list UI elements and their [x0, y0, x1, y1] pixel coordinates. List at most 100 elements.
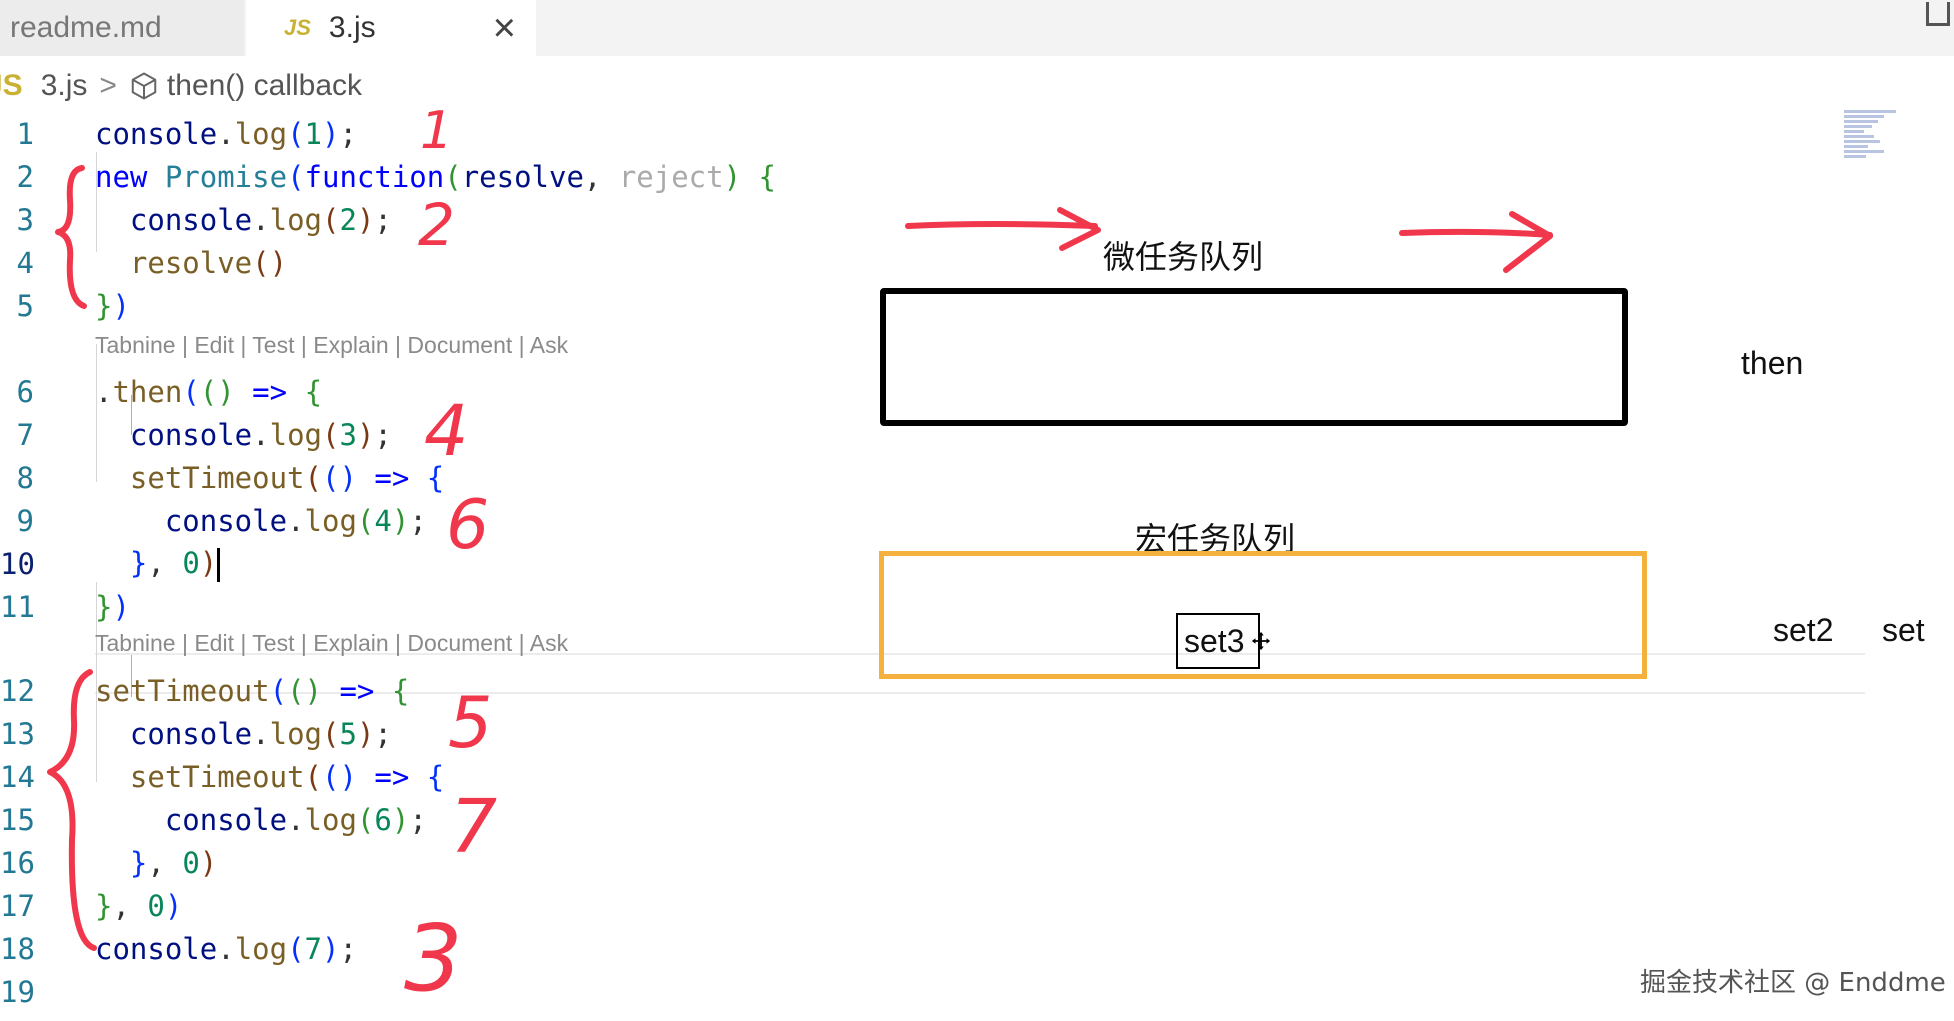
code-line[interactable]: 1 console.log(1);: [0, 112, 357, 155]
code-text: }, 0): [95, 889, 182, 923]
code-line[interactable]: 16 }, 0): [0, 841, 217, 884]
code-token: setTimeout: [129, 460, 305, 495]
code-line[interactable]: 8 setTimeout(() => {: [0, 456, 445, 499]
code-token: Promise: [164, 159, 288, 194]
code-token: console: [95, 116, 218, 151]
macrotask-item-set3[interactable]: set3: [1176, 613, 1260, 669]
code-token: (): [322, 460, 357, 495]
code-line[interactable]: 13 console.log(5);: [0, 712, 392, 755]
code-line[interactable]: 18 console.log(7);: [0, 927, 357, 970]
code-token: .: [287, 802, 305, 837]
line-number: 3: [16, 202, 34, 237]
tab-readme[interactable]: readme.md: [0, 0, 244, 56]
code-line[interactable]: 11}): [0, 585, 130, 628]
close-icon[interactable]: ×: [493, 2, 516, 54]
code-token: 1: [304, 116, 323, 151]
arrow-right-icon: [905, 221, 1098, 229]
code-line[interactable]: 4 resolve(): [0, 241, 288, 284]
codelens-actions[interactable]: Tabnine | Edit | Test | Explain | Docume…: [95, 332, 568, 359]
code-token: 7: [304, 931, 323, 966]
code-token: =>: [339, 673, 375, 708]
code-token: ): [356, 417, 375, 452]
code-token: ): [322, 116, 340, 151]
line-number: 15: [0, 802, 35, 837]
code-line[interactable]: 5}): [0, 284, 130, 327]
code-token: ;: [374, 202, 392, 237]
code-token: (): [287, 673, 322, 708]
code-token: .: [217, 116, 235, 151]
tab-3js[interactable]: JS 3.js ×: [246, 0, 536, 56]
code-token: ): [199, 845, 218, 880]
code-text: new Promise(function(resolve, reject) {: [95, 160, 776, 194]
code-token: reject: [618, 159, 724, 194]
code-text: setTimeout(() => {: [95, 461, 444, 495]
code-token: then: [112, 374, 183, 409]
line-number: 18: [0, 931, 35, 966]
code-token: {: [426, 460, 445, 495]
code-line[interactable]: 3 console.log(2);: [0, 198, 392, 241]
line-number: 13: [0, 716, 35, 751]
annotation-number: 3: [404, 905, 463, 1012]
code-text: console.log(2);: [95, 203, 392, 237]
line-number: 5: [16, 288, 34, 323]
code-line[interactable]: 9 console.log(4);: [0, 499, 427, 542]
line-number: 16: [0, 845, 35, 880]
code-token: console: [164, 503, 288, 538]
then-label: then: [1741, 345, 1804, 381]
code-token: =>: [374, 460, 410, 495]
code-token: ;: [409, 802, 427, 837]
code-token: function: [304, 159, 445, 194]
code-line[interactable]: 2 new Promise(function(resolve, reject) {: [0, 155, 776, 198]
code-line[interactable]: 7 console.log(3);: [0, 413, 392, 456]
code-token: (: [304, 460, 322, 495]
line-number: 17: [0, 888, 35, 923]
code-token: ,: [147, 845, 183, 880]
code-token: log: [269, 716, 322, 751]
code-text: }): [95, 289, 130, 323]
code-line[interactable]: 6 .then(() => {: [0, 370, 323, 413]
arrow-right-icon: [1399, 228, 1553, 238]
code-line[interactable]: 14 setTimeout(() => {: [0, 755, 444, 798]
code-line[interactable]: 10 }, 0): [0, 542, 221, 585]
annotation-number: 2: [418, 191, 455, 259]
code-token: {: [758, 159, 776, 194]
code-token: console: [129, 417, 253, 452]
code-token: .: [252, 417, 270, 452]
code-token: (): [322, 759, 357, 794]
code-token: ): [356, 202, 375, 237]
code-token: ,: [112, 888, 148, 923]
code-line[interactable]: 19: [0, 970, 35, 1013]
split-editor-icon[interactable]: [1926, 2, 1950, 26]
code-line[interactable]: 12 setTimeout(() => {: [0, 669, 409, 712]
code-token: ): [322, 931, 340, 966]
tab-label: readme.md: [10, 11, 162, 44]
code-text: resolve(): [95, 246, 287, 280]
tab-label: 3.js: [328, 11, 376, 44]
line-number: 7: [16, 417, 34, 452]
code-line[interactable]: 15 console.log(6);: [0, 798, 427, 841]
breadcrumb-file[interactable]: 3.js: [41, 69, 88, 103]
codelens-actions[interactable]: Tabnine | Edit | Test | Explain | Docume…: [95, 630, 568, 657]
microtask-queue-box: [880, 288, 1628, 426]
code-token: .: [217, 931, 235, 966]
code-token: ): [199, 545, 218, 580]
code-token: }: [95, 589, 113, 624]
minimap[interactable]: [1844, 110, 1904, 166]
code-token: ): [112, 288, 130, 323]
code-token: 0: [147, 888, 165, 923]
code-token: (: [287, 116, 305, 151]
code-token: ;: [339, 931, 357, 966]
code-line[interactable]: 17 }, 0): [0, 884, 182, 927]
code-token: =>: [252, 374, 288, 409]
code-text: console.log(1);: [95, 117, 357, 151]
code-token: 0: [182, 545, 200, 580]
breadcrumb-symbol[interactable]: then() callback: [167, 69, 362, 103]
symbol-method-icon: [131, 72, 157, 100]
code-token: =>: [374, 759, 410, 794]
